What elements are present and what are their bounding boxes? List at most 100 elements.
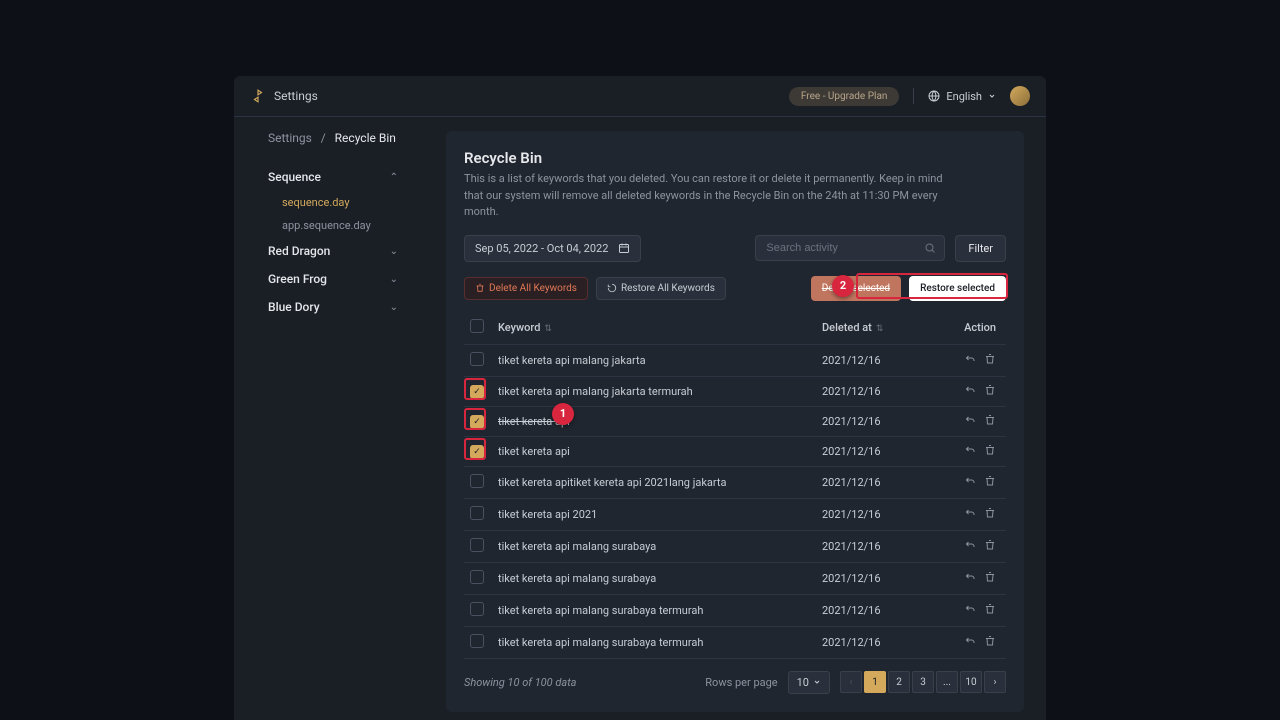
restore-all-button[interactable]: Restore All Keywords bbox=[596, 277, 726, 300]
sidebar-group-red-dragon[interactable]: Red Dragon⌄ bbox=[242, 237, 424, 265]
row-restore-button[interactable] bbox=[964, 603, 976, 615]
sort-icon: ⇅ bbox=[876, 324, 884, 334]
row-delete-button[interactable] bbox=[984, 539, 996, 551]
page-next[interactable]: › bbox=[984, 671, 1006, 693]
row-checkbox[interactable] bbox=[470, 474, 484, 488]
restore-selected-button[interactable]: Restore selected bbox=[909, 276, 1006, 301]
keyword-cell: tiket kereta api malang surabaya termura… bbox=[492, 594, 816, 626]
date-cell: 2021/12/16 bbox=[816, 436, 936, 466]
col-deleted-at[interactable]: Deleted at⇅ bbox=[816, 311, 936, 345]
row-checkbox[interactable] bbox=[470, 538, 484, 552]
sidebar-group-green-frog[interactable]: Green Frog⌄ bbox=[242, 265, 424, 293]
pagination: ‹123...10› bbox=[840, 671, 1006, 693]
row-restore-button[interactable] bbox=[964, 539, 976, 551]
select-all-checkbox[interactable] bbox=[470, 319, 484, 333]
keyword-cell: tiket kereta api bbox=[492, 436, 816, 466]
row-checkbox[interactable] bbox=[470, 602, 484, 616]
search-icon bbox=[924, 242, 936, 254]
avatar[interactable] bbox=[1010, 86, 1030, 106]
sort-icon: ⇅ bbox=[544, 324, 552, 334]
row-restore-button[interactable] bbox=[964, 353, 976, 365]
table-row: tiket kereta api malang jakarta2021/12/1… bbox=[464, 344, 1006, 376]
row-checkbox[interactable]: ✓ bbox=[470, 445, 484, 459]
page-2[interactable]: 2 bbox=[888, 671, 910, 693]
row-delete-button[interactable] bbox=[984, 353, 996, 365]
page-10[interactable]: 10 bbox=[960, 671, 982, 693]
row-delete-button[interactable] bbox=[984, 444, 996, 456]
date-cell: 2021/12/16 bbox=[816, 626, 936, 658]
keyword-cell: tiket kereta api malang jakarta termurah bbox=[492, 376, 816, 406]
row-restore-button[interactable] bbox=[964, 571, 976, 583]
divider bbox=[913, 88, 914, 104]
filter-button[interactable]: Filter bbox=[955, 235, 1006, 262]
row-delete-button[interactable] bbox=[984, 571, 996, 583]
rows-per-page-label: Rows per page bbox=[705, 676, 777, 689]
breadcrumb-root[interactable]: Settings bbox=[268, 131, 312, 145]
row-checkbox[interactable] bbox=[470, 352, 484, 366]
row-restore-button[interactable] bbox=[964, 414, 976, 426]
row-checkbox[interactable] bbox=[470, 570, 484, 584]
date-cell: 2021/12/16 bbox=[816, 376, 936, 406]
date-cell: 2021/12/16 bbox=[816, 530, 936, 562]
callout-badge-1: 1 bbox=[552, 403, 574, 425]
upgrade-plan-button[interactable]: Free - Upgrade Plan bbox=[789, 87, 900, 106]
row-delete-button[interactable] bbox=[984, 475, 996, 487]
table-row: tiket kereta api malang surabaya termura… bbox=[464, 626, 1006, 658]
language-selector[interactable]: English bbox=[928, 90, 996, 103]
date-range-label: Sep 05, 2022 - Oct 04, 2022 bbox=[475, 242, 608, 255]
sidebar-subitem[interactable]: sequence.day bbox=[242, 191, 424, 214]
page-3[interactable]: 3 bbox=[912, 671, 934, 693]
row-restore-button[interactable] bbox=[964, 384, 976, 396]
row-restore-button[interactable] bbox=[964, 507, 976, 519]
keyword-cell: tiket kereta api1 bbox=[492, 406, 816, 436]
row-checkbox[interactable] bbox=[470, 506, 484, 520]
trash-icon bbox=[475, 283, 485, 293]
rows-per-page-select[interactable]: 10 bbox=[788, 671, 830, 694]
sidebar-subitem[interactable]: app.sequence.day bbox=[242, 214, 424, 237]
table-row: tiket kereta api malang surabaya2021/12/… bbox=[464, 530, 1006, 562]
row-delete-button[interactable] bbox=[984, 384, 996, 396]
keyword-cell: tiket kereta apitiket kereta api 2021lan… bbox=[492, 466, 816, 498]
row-restore-button[interactable] bbox=[964, 635, 976, 647]
search-input-wrap bbox=[755, 235, 945, 261]
row-restore-button[interactable] bbox=[964, 475, 976, 487]
row-checkbox[interactable]: ✓ bbox=[470, 385, 484, 399]
table-row: tiket kereta api 20212021/12/16 bbox=[464, 498, 1006, 530]
pager-summary: Showing 10 of 100 data bbox=[464, 676, 577, 689]
table-row: ✓ tiket kereta api2021/12/16 bbox=[464, 436, 1006, 466]
row-checkbox[interactable] bbox=[470, 634, 484, 648]
topbar: Settings Free - Upgrade Plan English bbox=[234, 76, 1046, 117]
sidebar-group-blue-dory[interactable]: Blue Dory⌄ bbox=[242, 293, 424, 321]
page-...[interactable]: ... bbox=[936, 671, 958, 693]
date-cell: 2021/12/16 bbox=[816, 498, 936, 530]
col-keyword[interactable]: Keyword⇅ bbox=[492, 311, 816, 345]
keyword-cell: tiket kereta api malang surabaya bbox=[492, 562, 816, 594]
sidebar-group-sequence[interactable]: Sequence⌃ bbox=[242, 163, 424, 191]
date-cell: 2021/12/16 bbox=[816, 594, 936, 626]
search-input[interactable] bbox=[764, 241, 924, 255]
row-delete-button[interactable] bbox=[984, 635, 996, 647]
page-description: This is a list of keywords that you dele… bbox=[464, 171, 944, 221]
breadcrumb-sep: / bbox=[315, 131, 332, 145]
date-cell: 2021/12/16 bbox=[816, 406, 936, 436]
callout-badge-2: 2 bbox=[832, 275, 854, 297]
date-range-picker[interactable]: Sep 05, 2022 - Oct 04, 2022 bbox=[464, 235, 641, 262]
delete-all-button[interactable]: Delete All Keywords bbox=[464, 277, 588, 300]
logo-icon bbox=[250, 88, 266, 104]
table-row: tiket kereta api malang surabaya termura… bbox=[464, 594, 1006, 626]
row-delete-button[interactable] bbox=[984, 603, 996, 615]
keyword-cell: tiket kereta api malang jakarta bbox=[492, 344, 816, 376]
delete-selected-button[interactable]: Delete selected bbox=[811, 276, 901, 301]
row-delete-button[interactable] bbox=[984, 507, 996, 519]
row-checkbox[interactable]: ✓ bbox=[470, 415, 484, 429]
restore-icon bbox=[607, 283, 617, 293]
calendar-icon bbox=[618, 242, 630, 254]
page-1[interactable]: 1 bbox=[864, 671, 886, 693]
date-cell: 2021/12/16 bbox=[816, 466, 936, 498]
language-label: English bbox=[946, 90, 982, 103]
page-prev[interactable]: ‹ bbox=[840, 671, 862, 693]
keyword-cell: tiket kereta api 2021 bbox=[492, 498, 816, 530]
page-title: Recycle Bin bbox=[464, 149, 1006, 167]
row-restore-button[interactable] bbox=[964, 444, 976, 456]
row-delete-button[interactable] bbox=[984, 414, 996, 426]
